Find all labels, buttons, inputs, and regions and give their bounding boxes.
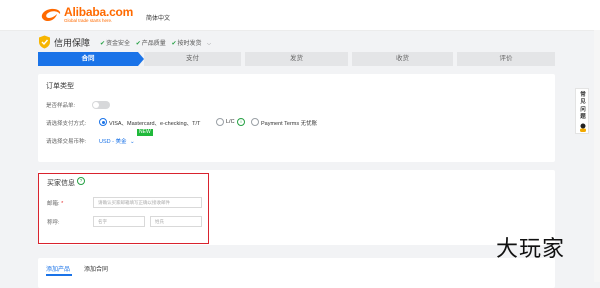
payment-lc-option[interactable]: L/C (226, 119, 235, 125)
logo-tagline: Global trade starts here. (64, 18, 113, 23)
payment-terms-radio[interactable] (251, 118, 259, 126)
faq-label-line1: 常见 (580, 92, 586, 105)
order-progress-steps: 合同 支付 发货 收货 评价 (38, 52, 555, 66)
step-label: 收货 (396, 55, 409, 62)
guarantee-item: ✔产品质量 (136, 41, 166, 47)
language-selector[interactable]: 简体中文 (146, 13, 170, 22)
faq-widget[interactable]: 常见 问题 (575, 88, 589, 134)
top-header: Alibaba.com Global trade starts here. 简体… (0, 0, 600, 31)
assistant-avatar-icon (580, 123, 586, 132)
scrollbar[interactable] (594, 30, 600, 282)
step-label: 发货 (290, 55, 303, 62)
info-icon[interactable]: i (237, 118, 245, 126)
alibaba-mark-icon (41, 8, 61, 21)
step-receipt: 收货 (352, 52, 453, 66)
shield-icon (39, 35, 50, 49)
toggle-knob (93, 102, 99, 108)
guarantee-label: 产品质量 (141, 41, 166, 47)
order-type-card: 订单类型 是否样品单: 请选择支付方式: VISA、Mastercard、e-c… (38, 74, 555, 162)
logo-text: Alibaba.com (64, 5, 134, 19)
chevron-down-icon: ⌵ (207, 41, 211, 47)
highlight-frame (38, 173, 209, 244)
currency-value: USD - 美金 (99, 139, 127, 145)
guarantee-item: ✔按时发货 (171, 41, 201, 47)
active-tab-indicator (46, 274, 72, 276)
assurance-title: 信用保障 (54, 38, 91, 48)
chevron-down-icon: ⌄ (130, 139, 135, 145)
faq-label-line2: 问题 (580, 107, 586, 120)
check-icon: ✔ (100, 41, 106, 47)
step-label: 合同 (81, 55, 95, 62)
guarantee-item: ✔资金安全 (100, 41, 130, 47)
payment-card-option[interactable]: VISA、Mastercard、e-checking、T/T (109, 119, 200, 127)
order-type-title: 订单类型 (46, 83, 74, 90)
new-badge: NEW (137, 129, 153, 136)
guarantee-label: 按时发货 (177, 41, 202, 47)
step-label: 支付 (186, 55, 199, 62)
language-label: 简体中文 (146, 16, 171, 22)
products-card: 添加产品 添加合同 (38, 258, 555, 288)
payment-method-label: 请选择支付方式: (46, 121, 87, 127)
currency-select[interactable]: USD - 美金 ⌄ (99, 137, 135, 145)
step-payment: 支付 (144, 52, 241, 66)
guarantee-list[interactable]: ✔资金安全 ✔产品质量 ✔按时发货 ⌵ (100, 38, 211, 47)
currency-label: 请选择交易币种: (46, 139, 87, 145)
sample-order-toggle[interactable] (92, 101, 110, 109)
payment-terms-option[interactable]: Payment Terms 无忧账 (261, 119, 317, 127)
check-icon: ✔ (135, 41, 141, 47)
step-label: 评价 (499, 55, 513, 62)
guarantee-label: 资金安全 (106, 41, 131, 47)
step-shipping: 发货 (245, 52, 348, 66)
check-icon: ✔ (171, 41, 177, 47)
sample-order-label: 是否样品单: (46, 103, 76, 109)
tab-add-contract[interactable]: 添加合同 (84, 264, 108, 273)
step-review: 评价 (457, 52, 555, 66)
tab-add-product[interactable]: 添加产品 (46, 264, 70, 273)
step-contract: 合同 (38, 52, 138, 66)
payment-card-radio[interactable] (99, 118, 107, 126)
payment-lc-radio[interactable] (216, 118, 224, 126)
watermark-text: 大玩家 (496, 237, 566, 262)
